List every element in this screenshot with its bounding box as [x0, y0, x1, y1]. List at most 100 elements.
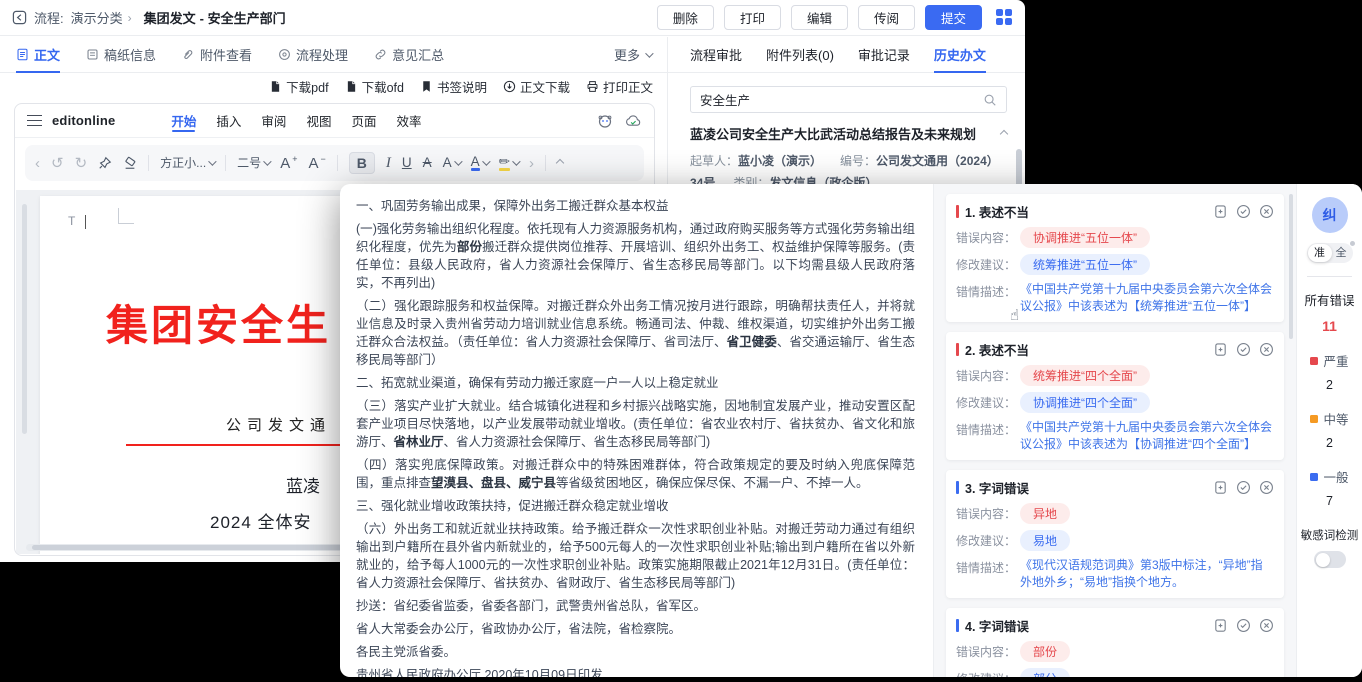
error-description-label: 错情描述： — [956, 281, 1020, 300]
stat-normal[interactable]: 一般 7 — [1297, 467, 1362, 508]
redo-icon[interactable]: ↻ — [75, 156, 88, 171]
doc-paragraph: （二）强化跟踪服务和权益保障。对搬迁群众外出务工情况按月进行跟踪，明确帮扶责任人… — [356, 297, 915, 369]
menu-view[interactable]: 视图 — [306, 104, 331, 137]
flagged-term: 部份 — [457, 240, 482, 254]
strikethrough-button[interactable]: A — [423, 156, 432, 170]
search-input[interactable] — [700, 93, 983, 107]
bold-button[interactable]: B — [349, 152, 375, 174]
submit-button[interactable]: 提交 — [925, 5, 982, 30]
history-doc-title[interactable]: 蓝凌公司安全生产大比武活动总结报告及未来规划 — [690, 126, 990, 144]
error-card[interactable]: 1. 表述不当错误内容：协调推进“五位一体”修改建议：统筹推进“五位一体”错情描… — [946, 194, 1284, 322]
editor-menu-icon[interactable] — [27, 115, 42, 126]
accept-icon[interactable] — [1236, 480, 1251, 495]
suggestion-pill[interactable]: 统筹推进“五位一体” — [1020, 254, 1150, 275]
add-to-dict-icon[interactable] — [1213, 480, 1228, 495]
collapse-toolbar-icon[interactable] — [556, 159, 564, 167]
error-card[interactable]: 4. 字词错误错误内容：部份修改建议：部分 — [946, 608, 1284, 677]
menu-start[interactable]: 开始 — [171, 104, 196, 137]
more-menu[interactable]: 更多 — [614, 45, 651, 64]
edit-button[interactable]: 编辑 — [791, 5, 848, 30]
flow-back-icon[interactable] — [12, 10, 27, 25]
link-bookmark-note[interactable]: 书签说明 — [420, 77, 487, 96]
sensitive-words-toggle[interactable] — [1314, 551, 1346, 568]
ignore-icon[interactable] — [1259, 618, 1274, 633]
tab-attachment-view[interactable]: 附件查看 — [182, 37, 252, 72]
tab-attachment-list[interactable]: 附件列表(0) — [766, 37, 834, 72]
ignore-icon[interactable] — [1259, 342, 1274, 357]
font-family-select[interactable]: 方正小... — [160, 157, 214, 169]
doc-paragraph: 一、巩固劳务输出成果，保障外出务工搬迁群众基本权益 — [356, 197, 915, 215]
all-errors-count[interactable]: 11 — [1297, 318, 1362, 334]
tab-label: 附件查看 — [200, 45, 252, 64]
menu-efficiency[interactable]: 效率 — [396, 104, 421, 137]
accept-icon[interactable] — [1236, 342, 1251, 357]
tab-manuscript-info[interactable]: 稿纸信息 — [86, 37, 156, 72]
tab-opinion-summary[interactable]: 意见汇总 — [374, 37, 444, 72]
stat-medium[interactable]: 中等 2 — [1297, 409, 1362, 450]
suggestion-pill[interactable]: 协调推进“四个全面” — [1020, 392, 1150, 413]
italic-button[interactable]: I — [386, 156, 391, 171]
text-style-select[interactable]: A — [443, 156, 460, 170]
doc-text: （六）外出务工和就近就业扶持政策。给予搬迁群众一次性求职创业补贴。对搬迁劳动力通… — [356, 522, 915, 590]
tab-flow-process[interactable]: 流程处理 — [278, 37, 348, 72]
proofread-document[interactable]: 一、巩固劳务输出成果，保障外出务工搬迁群众基本权益(一)强化劳务输出组织化程度。… — [340, 184, 934, 677]
error-description-label: 错情描述： — [956, 419, 1020, 438]
mode-full[interactable]: 全 — [1336, 243, 1347, 263]
assistant-face-icon[interactable] — [597, 113, 613, 129]
print-button[interactable]: 打印 — [724, 5, 781, 30]
font-increase-icon[interactable]: A+ — [280, 156, 297, 171]
ignore-icon[interactable] — [1259, 204, 1274, 219]
add-to-dict-icon[interactable] — [1213, 618, 1228, 633]
error-title: 2. 表述不当 — [965, 340, 1029, 359]
tab-body-text[interactable]: 正文 — [16, 37, 60, 72]
collapse-icon[interactable] — [1000, 130, 1008, 138]
mode-toggle[interactable]: 准 全 — [1307, 243, 1353, 263]
error-card[interactable]: 3. 字词错误错误内容：异地修改建议：易地错情描述：《现代汉语规范词典》第3版中… — [946, 470, 1284, 598]
clear-format-icon[interactable] — [123, 156, 137, 170]
suggestion-pill[interactable]: 部分 — [1020, 668, 1070, 677]
link-print-body[interactable]: 打印正文 — [586, 77, 653, 96]
nav-back-icon[interactable]: ‹ — [35, 156, 40, 171]
undo-icon[interactable]: ↺ — [51, 156, 64, 171]
apps-grid-icon[interactable] — [996, 9, 1013, 26]
doc-text: 二、拓宽就业渠道，确保有劳动力搬迁家庭一户一人以上稳定就业 — [356, 376, 719, 390]
error-list-scrollbar[interactable] — [1289, 194, 1293, 339]
menu-review[interactable]: 审阅 — [261, 104, 286, 137]
ignore-icon[interactable] — [1259, 480, 1274, 495]
nav-forward-icon[interactable]: › — [529, 156, 534, 171]
tab-flow-approval[interactable]: 流程审批 — [690, 37, 742, 72]
link-download-ofd[interactable]: 下载ofd — [345, 77, 404, 96]
delete-button[interactable]: 删除 — [657, 5, 714, 30]
font-size-select[interactable]: 二号 — [237, 157, 269, 169]
menu-page[interactable]: 页面 — [351, 104, 376, 137]
corrector-badge[interactable]: 纠 — [1312, 197, 1348, 233]
vertical-scrollbar[interactable] — [22, 204, 27, 434]
underline-button[interactable]: U — [402, 156, 412, 170]
link-body-download[interactable]: 正文下载 — [503, 77, 570, 96]
accept-icon[interactable] — [1236, 618, 1251, 633]
link-download-pdf[interactable]: 下载pdf — [269, 77, 328, 96]
add-to-dict-icon[interactable] — [1213, 342, 1228, 357]
doc-paragraph: （四）落实兜底保障政策。对搬迁群众中的特殊困难群体，符合政策规定的要及时纳入兜底… — [356, 456, 915, 492]
stat-severe[interactable]: 严重 2 — [1297, 351, 1362, 392]
font-decrease-icon[interactable]: A− — [308, 156, 325, 171]
accept-icon[interactable] — [1236, 204, 1251, 219]
format-painter-icon[interactable] — [98, 156, 112, 170]
breadcrumb-category[interactable]: 演示分类 — [71, 8, 123, 27]
mode-accurate[interactable]: 准 — [1308, 244, 1332, 262]
tab-approval-record[interactable]: 审批记录 — [858, 37, 910, 72]
search-icon[interactable] — [983, 93, 997, 107]
wrong-content-pill: 异地 — [1020, 503, 1070, 524]
font-color-select[interactable]: A — [471, 155, 488, 172]
cloud-sync-icon[interactable] — [625, 113, 642, 128]
error-title: 4. 字词错误 — [965, 616, 1029, 635]
highlight-color-select[interactable]: ✏ — [499, 155, 518, 172]
add-to-dict-icon[interactable] — [1213, 204, 1228, 219]
history-search[interactable] — [690, 86, 1007, 113]
menu-insert[interactable]: 插入 — [216, 104, 241, 137]
suggestion-pill[interactable]: 易地 — [1020, 530, 1070, 551]
error-card[interactable]: 2. 表述不当错误内容：统筹推进“四个全面”修改建议：协调推进“四个全面”错情描… — [946, 332, 1284, 460]
opinion-icon — [374, 48, 387, 61]
circulate-button[interactable]: 传阅 — [858, 5, 915, 30]
tab-history-docs[interactable]: 历史办文 — [934, 37, 986, 72]
